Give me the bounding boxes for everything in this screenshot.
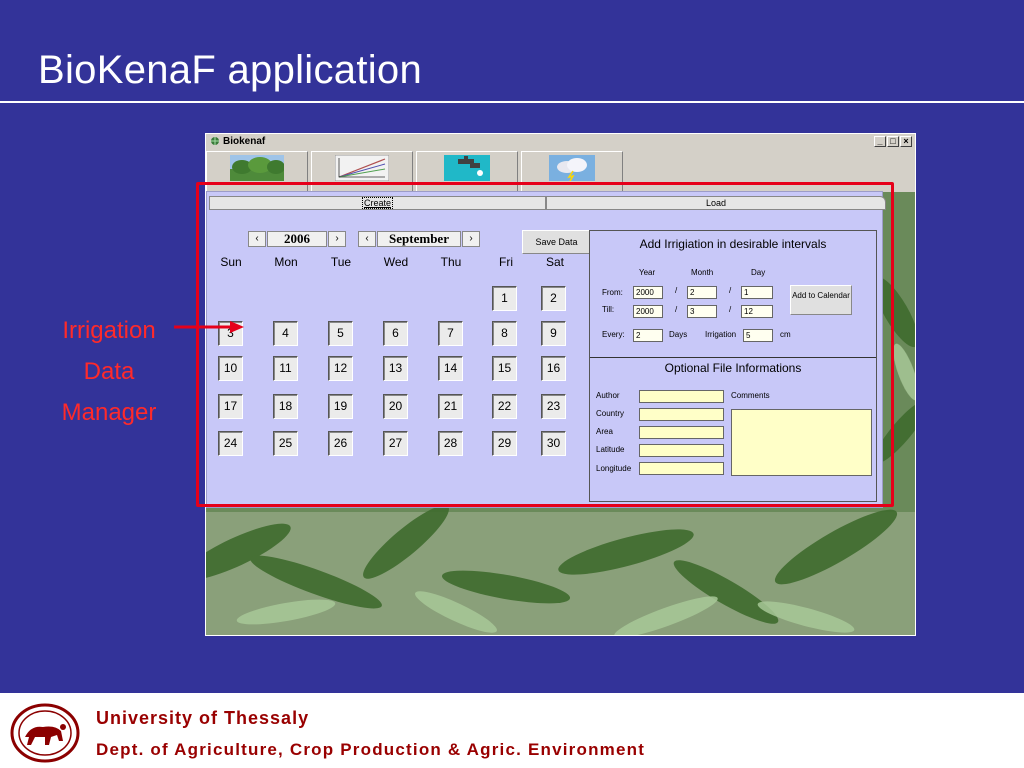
highlight-frame [196,182,894,507]
growth-chart-image [335,155,389,181]
callout-arrow-icon [174,321,244,333]
maximize-icon[interactable]: □ [887,136,899,147]
crop-field-image [230,155,284,181]
window-title: Biokenaf [223,136,266,147]
footer-department: Dept. of Agriculture, Crop Production & … [96,740,646,759]
footer-university: University of Thessaly [96,708,310,728]
window-titlebar[interactable]: Biokenaf _ □ × [206,134,915,150]
close-icon[interactable]: × [900,136,912,147]
title-divider [0,101,1024,103]
callout-text: Irrigation Data Manager [44,310,174,433]
slide-title: BioKenaF application [38,48,423,92]
app-icon [211,137,219,146]
callout-line-1: Irrigation [62,317,156,344]
weather-cloud-image [549,155,595,181]
minimize-icon[interactable]: _ [874,136,886,147]
university-seal-logo [10,703,80,763]
water-tap-image [444,155,490,181]
callout-line-2: Data [83,358,135,385]
callout-line-3: Manager [61,399,157,426]
